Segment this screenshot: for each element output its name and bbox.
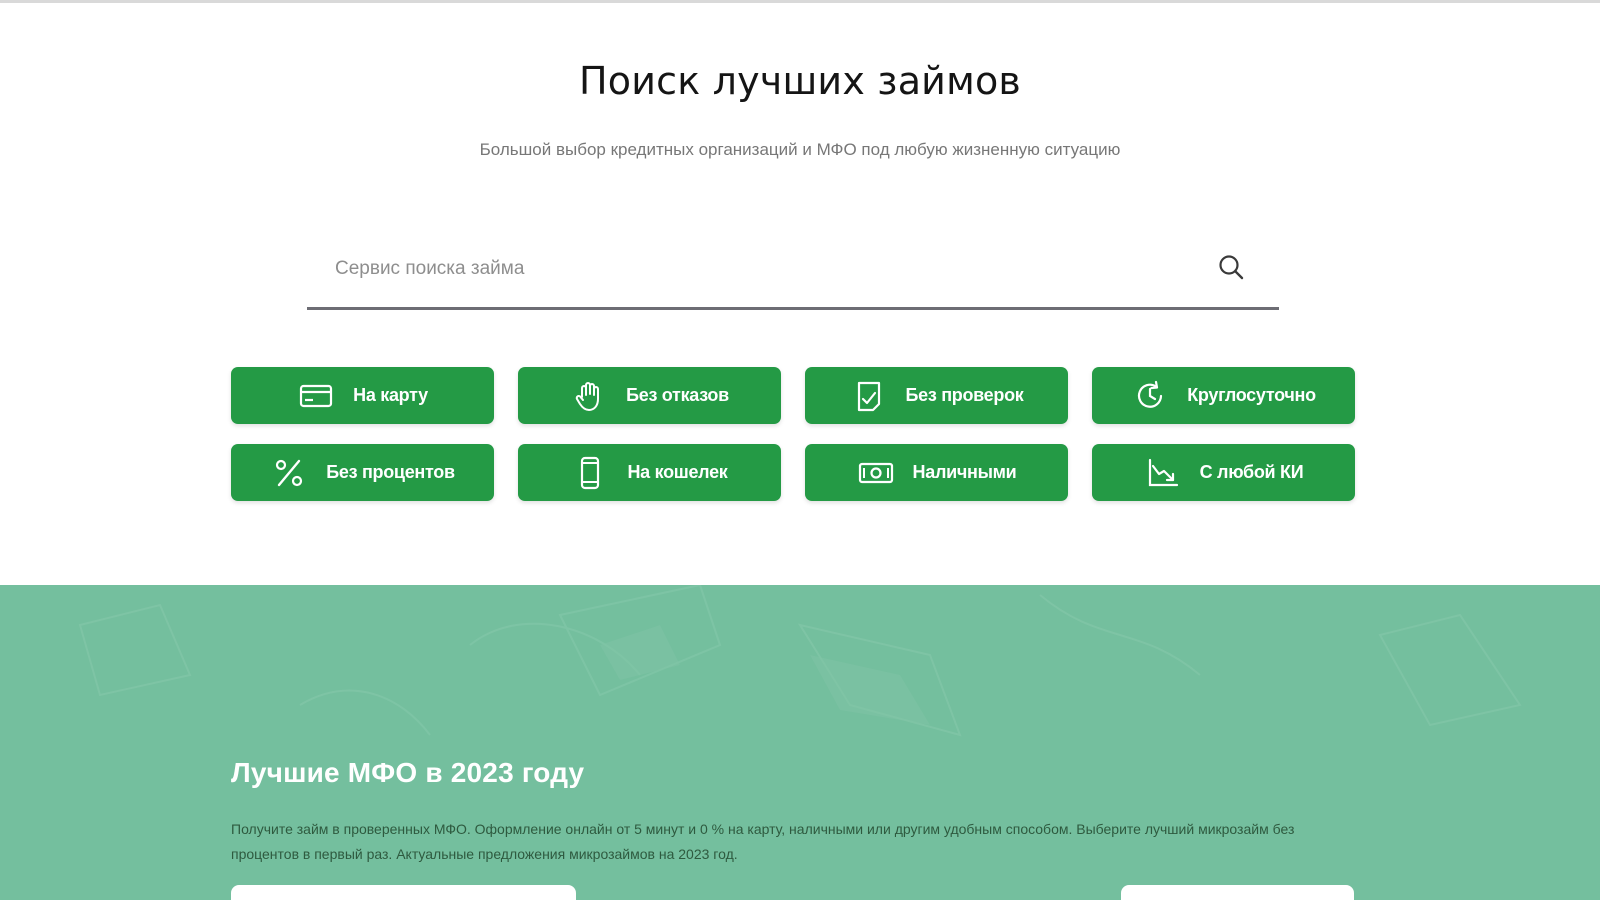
chart-down-icon	[1144, 454, 1182, 492]
category-bez-procentov-button[interactable]: Без процентов	[231, 444, 494, 501]
category-na-kartu-button[interactable]: На карту	[231, 367, 494, 424]
section-title: Лучшие МФО в 2023 году	[231, 757, 585, 788]
search-input[interactable]	[307, 239, 1207, 299]
hand-icon	[570, 377, 608, 415]
clock-refresh-icon	[1131, 377, 1169, 415]
category-label: Без процентов	[326, 462, 455, 482]
category-kruglosutochno-button[interactable]: Круглосуточно	[1092, 367, 1355, 424]
category-label: На кошелек	[627, 462, 728, 482]
category-bez-proverok-button[interactable]: Без проверок	[805, 367, 1068, 424]
search-bar	[307, 239, 1279, 310]
category-label: Без отказов	[626, 385, 729, 405]
category-label: На карту	[353, 385, 428, 405]
cash-icon	[857, 454, 895, 492]
section-description: Получите займ в проверенных МФО. Оформле…	[231, 821, 1295, 862]
page-subtitle: Большой выбор кредитных организаций и МФ…	[479, 140, 1121, 159]
category-s-lyuboy-ki-button[interactable]: С любой КИ	[1092, 444, 1355, 501]
category-nalichnymi-button[interactable]: Наличными	[805, 444, 1068, 501]
category-label: Круглосуточно	[1187, 385, 1316, 405]
search-icon	[1219, 255, 1244, 280]
category-na-koshelek-button[interactable]: На кошелек	[518, 444, 781, 501]
percent-icon	[270, 454, 308, 492]
phone-wallet-icon	[571, 454, 609, 492]
document-check-icon	[850, 377, 888, 415]
best-mfo-section: Лучшие МФО в 2023 году Получите займ в п…	[0, 585, 1600, 900]
category-label: С любой КИ	[1199, 462, 1304, 482]
category-bez-otkazov-button[interactable]: Без отказов	[518, 367, 781, 424]
category-label: Без проверок	[905, 385, 1024, 405]
page-title: Поиск лучших займов	[578, 59, 1021, 103]
offer-card-left[interactable]	[231, 885, 576, 900]
category-grid: На карту Без отказов Без проверок Кругло…	[231, 367, 1355, 501]
category-label: Наличными	[912, 462, 1017, 482]
hero-section: Поиск лучших займов Большой выбор кредит…	[0, 3, 1600, 585]
offer-card-right[interactable]	[1121, 885, 1354, 900]
card-icon	[297, 377, 335, 415]
search-button[interactable]	[1213, 249, 1249, 285]
